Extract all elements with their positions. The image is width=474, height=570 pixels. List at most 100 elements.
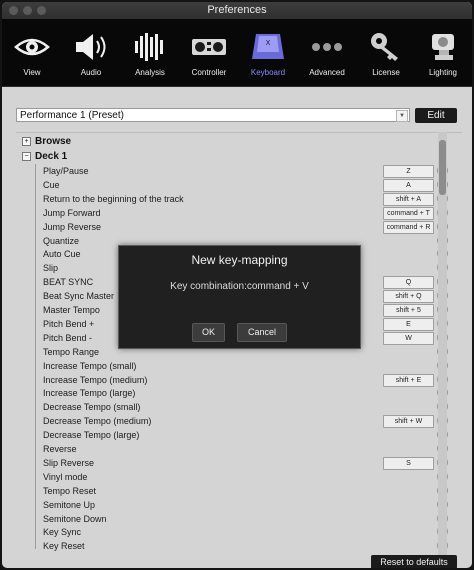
mapping-row[interactable]: Key Sync+	[16, 525, 448, 539]
mapping-row[interactable]: Key Reset+	[16, 539, 448, 553]
reset-to-defaults-button[interactable]: Reset to defaults	[371, 555, 457, 568]
zoom-window-icon[interactable]	[37, 6, 46, 15]
mapping-label: Beat Sync Master	[43, 291, 115, 302]
group-browse[interactable]: + Browse	[22, 135, 71, 149]
mapping-row[interactable]: Decrease Tempo (small)+	[16, 400, 448, 414]
mapping-label: Quantize	[43, 235, 80, 246]
mapping-label: BEAT SYNC	[43, 277, 94, 288]
mapping-row[interactable]: Increase Tempo (large)+	[16, 386, 448, 400]
mapping-label: Jump Reverse	[43, 221, 102, 232]
close-window-icon[interactable]	[9, 6, 18, 15]
mapping-label: Master Tempo	[43, 305, 100, 315]
mapping-row[interactable]: Vinyl mode+	[16, 470, 448, 484]
preferences-window: Preferences View Audio Analysis Controll…	[2, 2, 472, 568]
mapping-row[interactable]: Semitone Up+	[16, 498, 448, 512]
mapping-row[interactable]: Return to the beginning of the track shif…	[16, 192, 448, 206]
edit-button[interactable]: Edit	[415, 108, 457, 123]
key-binding-field[interactable]: shift + A	[383, 192, 434, 206]
collapse-icon[interactable]: −	[22, 152, 31, 161]
key-binding-field[interactable]: command + T	[383, 206, 434, 220]
mapping-row[interactable]: Slip ReverseS+	[16, 456, 448, 470]
mapping-label: Reverse	[43, 444, 77, 454]
preset-value: Performance 1 (Preset)	[20, 110, 124, 121]
expand-icon[interactable]: +	[22, 137, 31, 146]
key-binding-field[interactable]: shift + Q	[383, 290, 434, 304]
tab-audio[interactable]: Audio	[62, 19, 120, 86]
controller-icon	[192, 39, 226, 55]
mapping-label: Return to the beginning of the track	[43, 193, 184, 204]
key-binding-field[interactable]: command + R	[383, 220, 434, 234]
mapping-label: Play/Pause	[43, 166, 89, 176]
svg-text:X: X	[266, 39, 271, 47]
mapping-row[interactable]: Increase Tempo (small)+	[16, 359, 448, 373]
mapping-label: Semitone Up	[43, 499, 96, 510]
keyboard-key-icon: X	[252, 34, 284, 59]
key-binding-field[interactable]: A	[383, 178, 434, 192]
window-title: Preferences	[207, 4, 267, 16]
tab-license[interactable]: License	[357, 19, 415, 86]
mapping-label: Pitch Bend -	[43, 332, 93, 343]
mapping-row[interactable]: Increase Tempo (medium)shift + E+	[16, 373, 448, 387]
preferences-toolbar: View Audio Analysis Controller X Keyboar…	[2, 19, 472, 87]
dialog-title: New key-mapping	[191, 253, 288, 267]
mapping-label: Increase Tempo (large)	[43, 388, 136, 399]
tab-controller[interactable]: Controller	[180, 19, 238, 86]
mapping-label: Tempo Range	[43, 346, 100, 357]
mapping-row[interactable]: Tempo Reset+	[16, 484, 448, 498]
mapping-row[interactable]: Play/PauseZ+	[16, 164, 448, 178]
mapping-label: Decrease Tempo (small)	[43, 402, 141, 413]
tab-analysis[interactable]: Analysis	[121, 19, 179, 86]
new-key-mapping-dialog: New key-mapping Key combination:command …	[118, 245, 361, 349]
dialog-message: Key combination:command + V	[170, 281, 309, 292]
key-binding-field[interactable]: E	[383, 317, 434, 331]
mapping-row[interactable]: Semitone Down+	[16, 512, 448, 526]
mapping-label: Increase Tempo (small)	[43, 360, 137, 371]
mapping-label: Decrease Tempo (large)	[43, 430, 140, 441]
stage-light-icon	[432, 34, 454, 60]
key-binding-field[interactable]: shift + W	[383, 415, 434, 429]
mapping-label: Slip	[43, 263, 59, 274]
mapping-label: Semitone Down	[43, 513, 107, 524]
mapping-label: Key Sync	[43, 527, 82, 538]
eye-icon	[14, 38, 50, 56]
mapping-label: Slip Reverse	[43, 457, 95, 468]
mapping-label: Auto Cue	[43, 249, 81, 260]
speaker-icon	[76, 34, 106, 60]
mapping-label: Jump Forward	[43, 207, 101, 218]
mapping-label: Vinyl mode	[43, 471, 88, 482]
key-binding-field[interactable]: shift + 5	[383, 304, 434, 317]
key-binding-field[interactable]: shift + E	[383, 373, 434, 387]
mapping-row[interactable]: Jump Reversecommand + R+	[16, 220, 448, 234]
waveform-icon	[135, 33, 163, 61]
mapping-label: Cue	[43, 179, 60, 190]
mapping-row[interactable]: Reverse+	[16, 442, 448, 456]
key-binding-field[interactable]: S	[383, 456, 434, 470]
mapping-label: Increase Tempo (medium)	[43, 374, 148, 385]
mapping-label: Tempo Reset	[43, 485, 97, 496]
cancel-button[interactable]: Cancel	[237, 323, 287, 342]
key-binding-field[interactable]: Q	[383, 276, 434, 290]
group-deck-1[interactable]: − Deck 1	[22, 150, 67, 164]
tab-keyboard[interactable]: X Keyboard	[239, 19, 297, 86]
chevron-down-icon: ▼	[396, 110, 408, 122]
preset-select[interactable]: Performance 1 (Preset) ▼	[16, 108, 410, 122]
mapping-label: Pitch Bend +	[43, 318, 95, 329]
mapping-row[interactable]: Decrease Tempo (medium)shift + W+	[16, 414, 448, 429]
scrollbar[interactable]	[438, 132, 447, 556]
mapping-label: Decrease Tempo (medium)	[43, 416, 152, 427]
tab-advanced[interactable]: Advanced	[298, 19, 356, 86]
mapping-row[interactable]: CueA+	[16, 178, 448, 192]
title-bar: Preferences	[2, 2, 472, 19]
tab-view[interactable]: View	[3, 19, 61, 86]
key-icon	[371, 33, 398, 61]
minimize-window-icon[interactable]	[23, 6, 32, 15]
scrollbar-thumb[interactable]	[439, 140, 446, 195]
key-binding-field[interactable]: Z	[383, 165, 434, 178]
ok-button[interactable]: OK	[192, 323, 225, 342]
mapping-row[interactable]: Decrease Tempo (large)+	[16, 428, 448, 442]
tab-lighting[interactable]: Lighting	[414, 19, 472, 86]
key-binding-field[interactable]: W	[383, 331, 434, 345]
mapping-row[interactable]: Jump Forwardcommand + T+	[16, 206, 448, 220]
mapping-label: Key Reset	[43, 541, 85, 552]
dots-icon	[312, 43, 342, 51]
